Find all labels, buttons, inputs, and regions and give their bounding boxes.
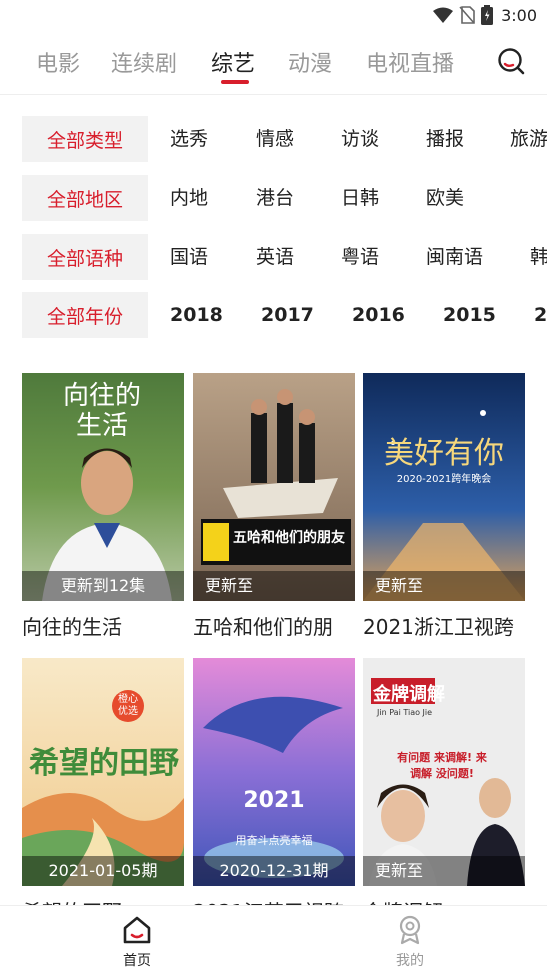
filter-option[interactable]: 内地 <box>170 175 208 221</box>
update-badge: 2020-12-31期 <box>193 856 355 886</box>
show-card[interactable]: 向往的生活 更新到12集 向往的生活 <box>22 373 184 640</box>
tab-variety[interactable]: 综艺 <box>211 46 255 78</box>
filter-option[interactable]: 国语 <box>170 234 208 280</box>
show-card[interactable]: 五哈和他们的朋友 更新至 五哈和他们的朋 <box>193 373 355 640</box>
filter-option[interactable]: 2017 <box>261 292 314 338</box>
poster-art <box>363 373 525 601</box>
search-icon[interactable] <box>497 47 525 75</box>
filter-option[interactable]: 访谈 <box>341 116 379 162</box>
status-icons: 3:00 <box>433 4 537 26</box>
poster-subtitle: 橙心优选 <box>118 694 138 717</box>
filter-row-language: 全部语种 国语 英语 粤语 闽南语 韩 <box>0 234 547 280</box>
poster-subtitle: 有问题 来调解! 来调解 没问题! <box>397 751 487 780</box>
filter-option[interactable]: 英语 <box>256 234 294 280</box>
filter-option[interactable]: 2018 <box>170 292 223 338</box>
show-card[interactable]: 2021 用奋斗点亮幸福 2020-12-31期 2021江苏卫视跨 <box>193 658 355 925</box>
poster-title: 希望的田野 <box>29 746 179 781</box>
show-poster[interactable]: 向往的生活 更新到12集 <box>22 373 184 601</box>
show-title: 五哈和他们的朋 <box>193 615 333 639</box>
update-badge: 2021-01-05期 <box>22 856 184 886</box>
poster-title: 五哈和他们的朋友 <box>233 530 345 546</box>
show-title: 2021浙江卫视跨 <box>363 615 514 639</box>
filter-option[interactable]: 选秀 <box>170 116 208 162</box>
tab-anime[interactable]: 动漫 <box>288 46 332 78</box>
poster-title: 金牌调解 <box>373 684 445 705</box>
filter-option[interactable]: 欧美 <box>426 175 464 221</box>
filter-label-language[interactable]: 全部语种 <box>22 234 148 280</box>
show-card[interactable]: 橙心优选 希望的田野 2021-01-05期 希望的田野 <box>22 658 184 925</box>
poster-art <box>193 658 355 886</box>
poster-subtitle: 用奋斗点亮幸福 <box>235 834 313 847</box>
show-title: 向往的生活 <box>22 615 122 639</box>
wifi-icon <box>433 7 454 23</box>
filter-option[interactable]: 旅游 <box>510 116 547 162</box>
filter-option[interactable]: 2 <box>534 292 547 338</box>
filter-option[interactable]: 情感 <box>256 116 294 162</box>
show-card[interactable]: 金牌调解 Jin Pai Tiao Jie 有问题 来调解! 来调解 没问题! … <box>363 658 525 925</box>
poster-art <box>193 373 355 601</box>
tabs-divider <box>0 94 547 95</box>
filter-row-year: 全部年份 2018 2017 2016 2015 2 <box>0 292 547 338</box>
filter-option[interactable]: 港台 <box>256 175 294 221</box>
filter-row-region: 全部地区 内地 港台 日韩 欧美 <box>0 175 547 221</box>
update-badge: 更新至 <box>363 856 525 886</box>
show-poster[interactable]: 金牌调解 Jin Pai Tiao Jie 有问题 来调解! 来调解 没问题! … <box>363 658 525 886</box>
nav-home-label: 首页 <box>123 953 151 969</box>
poster-title: 向往的生活 <box>62 381 141 441</box>
nav-profile[interactable]: 我的 <box>370 914 450 970</box>
filter-label-type[interactable]: 全部类型 <box>22 116 148 162</box>
filter-row-type: 全部类型 选秀 情感 访谈 播报 旅游 <box>0 116 547 162</box>
poster-title: 2021 <box>243 788 305 813</box>
show-poster[interactable]: 橙心优选 希望的田野 2021-01-05期 <box>22 658 184 886</box>
update-badge: 更新至 <box>193 571 355 601</box>
poster-pinyin: Jin Pai Tiao Jie <box>377 708 433 717</box>
update-badge: 更新到12集 <box>22 571 184 601</box>
tab-live-tv[interactable]: 电视直播 <box>366 46 454 78</box>
tab-movie[interactable]: 电影 <box>36 46 80 78</box>
show-poster[interactable]: 2021 用奋斗点亮幸福 2020-12-31期 <box>193 658 355 886</box>
filter-option[interactable]: 播报 <box>426 116 464 162</box>
status-bar: 3:00 <box>0 0 547 32</box>
battery-icon <box>481 5 494 25</box>
filter-option[interactable]: 2016 <box>352 292 405 338</box>
filter-label-year[interactable]: 全部年份 <box>22 292 148 338</box>
filter-label-region[interactable]: 全部地区 <box>22 175 148 221</box>
filter-option[interactable]: 日韩 <box>341 175 379 221</box>
nav-home[interactable]: 首页 <box>97 914 177 970</box>
filter-option[interactable]: 粤语 <box>341 234 379 280</box>
bottom-nav: 首页 我的 <box>0 905 547 977</box>
tab-series[interactable]: 连续剧 <box>111 46 177 78</box>
status-time: 3:00 <box>501 5 537 25</box>
show-poster[interactable]: 五哈和他们的朋友 更新至 <box>193 373 355 601</box>
home-icon <box>123 916 151 944</box>
filter-option[interactable]: 韩 <box>530 234 547 280</box>
show-card[interactable]: 美好有你 2020-2021跨年晚会 更新至 2021浙江卫视跨 <box>363 373 525 640</box>
update-badge: 更新至 <box>363 571 525 601</box>
active-tab-indicator <box>221 80 249 84</box>
filter-option[interactable]: 闽南语 <box>426 234 483 280</box>
filter-option[interactable]: 2015 <box>443 292 496 338</box>
show-poster[interactable]: 美好有你 2020-2021跨年晚会 更新至 <box>363 373 525 601</box>
poster-subtitle: 2020-2021跨年晚会 <box>396 474 492 485</box>
profile-icon <box>399 915 421 945</box>
poster-title: 美好有你 <box>384 436 504 471</box>
nav-profile-label: 我的 <box>396 953 424 969</box>
no-sim-icon <box>459 6 475 24</box>
